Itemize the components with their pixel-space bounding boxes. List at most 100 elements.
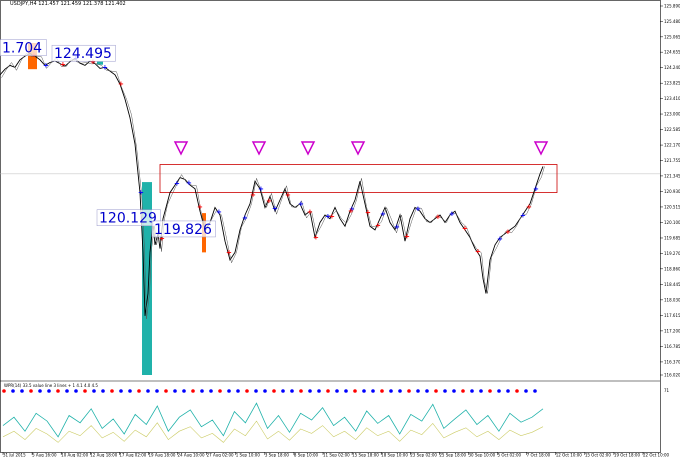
indicator-dot (263, 389, 267, 393)
indicator-header: WPR(14) 33.5 value line 3 lines + 1 4.1 … (4, 383, 98, 388)
indicator-dot (425, 389, 429, 393)
y-tick-label: 116.020 (664, 373, 680, 378)
x-tick-label: 18 Sep 10:00 (381, 453, 408, 457)
y-tick-label: 118.445 (664, 282, 680, 287)
indicator-dot (20, 389, 24, 393)
buy-marker: + (298, 200, 304, 208)
down-triangle-marker (300, 141, 316, 156)
indicator-dot (254, 389, 258, 393)
indicator-dot (515, 389, 519, 393)
indicator-dot (434, 389, 438, 393)
price-chart[interactable]: 125.890 125.480 125.065 124.655 124.240 123.8… (0, 0, 680, 457)
sell-marker: + (462, 224, 468, 232)
y-tick-label: 120.100 (664, 220, 680, 225)
indicator-dot (416, 389, 420, 393)
buy-marker: + (43, 61, 49, 69)
indicator-dot (2, 389, 6, 393)
price-axis: 125.890 125.480 125.065 124.655 124.240 123.8… (660, 4, 680, 378)
indicator-pane: 71 (2, 388, 670, 443)
x-tick-label: 27 Aug 02:00 (207, 453, 234, 457)
indicator-dot (110, 389, 114, 393)
indicator-dot (488, 389, 492, 393)
sell-marker: + (329, 212, 335, 220)
y-tick-label: 116.370 (664, 359, 680, 364)
indicator-dot (470, 389, 474, 393)
indicator-dot (398, 389, 402, 393)
indicator-dot (371, 389, 375, 393)
sell-marker: + (475, 248, 481, 256)
indicator-dot (11, 389, 15, 393)
indicator-dot (335, 389, 339, 393)
sell-marker: + (348, 207, 354, 215)
indicator-dot (506, 389, 510, 393)
sell-marker: + (375, 221, 381, 229)
x-tick-label: 30 Sep 10:00 (468, 453, 495, 457)
x-tick-label: 7 Oct 18:00 (527, 453, 551, 457)
indicator-dot (281, 389, 285, 393)
y-tick-label: 119.270 (664, 251, 680, 256)
x-tick-label: 15 Sep 18:00 (352, 453, 379, 457)
indicator-dot (344, 389, 348, 393)
indicator-dot (452, 389, 456, 393)
indicator-dot (200, 389, 204, 393)
indicator-dot (497, 389, 501, 393)
sell-marker: + (505, 228, 511, 236)
indicator-dot (155, 389, 159, 393)
y-tick-label: 118.860 (664, 266, 680, 271)
y-tick-label: 121.345 (664, 173, 680, 178)
x-tick-label: 12 Oct 10:00 (556, 453, 583, 457)
buy-marker: + (102, 64, 108, 72)
indicator-dot (272, 389, 276, 393)
x-tick-label: 22 Oct 10:00 (643, 453, 670, 457)
indicator-dot (299, 389, 303, 393)
x-tick-label: 17 Aug 02:00 (119, 453, 146, 457)
y-tick-label: 116.785 (664, 344, 680, 349)
buy-marker: + (174, 180, 180, 188)
sell-marker: + (365, 209, 371, 217)
x-tick-label: 12 Aug 18:00 (90, 453, 117, 457)
buy-marker: + (533, 185, 539, 193)
sell-marker: + (250, 191, 256, 199)
indicator-dot (119, 389, 123, 393)
buy-marker: + (394, 223, 400, 231)
indicator-dot (317, 389, 321, 393)
x-tick-label: 3 Sep 18:00 (265, 453, 290, 457)
indicator-dot (218, 389, 222, 393)
buy-marker: + (216, 208, 222, 216)
value-label: 120.129 (99, 211, 157, 227)
indicator-dot (236, 389, 240, 393)
indicator-dot (83, 389, 87, 393)
indicator-dot (128, 389, 132, 393)
indicator-tick-label: 71 (664, 388, 670, 393)
buy-marker: + (449, 210, 455, 218)
indicator-dot (101, 389, 105, 393)
x-tick-label: 10 Aug 02:00 (61, 453, 88, 457)
y-tick-label: 117.615 (664, 313, 680, 318)
x-tick-label: 5 Oct 02:00 (498, 453, 522, 457)
buy-marker: + (415, 205, 421, 213)
indicator-dot (164, 389, 168, 393)
indicator-dot (308, 389, 312, 393)
indicator-dot (389, 389, 393, 393)
sell-marker: + (197, 203, 203, 211)
y-tick-label: 122.170 (664, 143, 680, 148)
indicator-dot (380, 389, 384, 393)
indicator-dot (92, 389, 96, 393)
y-tick-label: 121.755 (664, 158, 680, 163)
down-triangle-marker (350, 141, 366, 156)
indicator-dot (137, 389, 141, 393)
y-tick-label: 125.480 (664, 19, 680, 24)
x-tick-label: 19 Aug 18:00 (148, 453, 175, 457)
price-series (0, 52, 545, 319)
indicator-dot (533, 389, 537, 393)
triangle-markers (173, 141, 549, 156)
buy-marker: + (520, 212, 526, 220)
y-tick-label: 125.890 (664, 4, 680, 9)
x-tick-label: 23 Sep 02:00 (410, 453, 437, 457)
x-tick-label: 31 Jul 2015 (3, 453, 26, 457)
x-tick-label: 5 Aug 16:00 (32, 453, 57, 457)
indicator-dot (65, 389, 69, 393)
buy-marker: + (272, 204, 278, 212)
sell-marker: + (435, 213, 441, 221)
indicator-dot (362, 389, 366, 393)
